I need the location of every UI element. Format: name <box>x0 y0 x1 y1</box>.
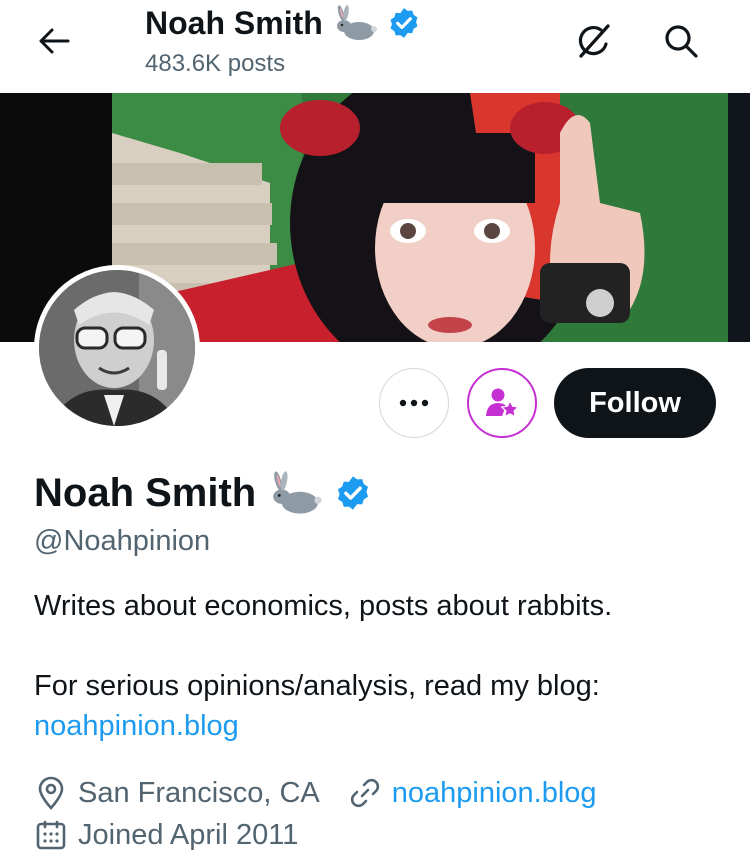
follow-button[interactable]: Follow <box>554 368 716 438</box>
profile-name: Noah Smith <box>34 470 372 516</box>
profile-avatar[interactable] <box>34 265 200 431</box>
location-text: San Francisco, CA <box>78 776 320 809</box>
joined-text: Joined April 2011 <box>78 818 299 851</box>
top-bar: Noah Smith 483.6K posts <box>0 0 750 92</box>
bio-line: Writes about economics, posts about rabb… <box>34 590 613 622</box>
verified-badge-icon[interactable] <box>334 474 372 512</box>
bio-spacer <box>34 626 724 666</box>
avatar-image <box>39 270 195 426</box>
more-button[interactable] <box>379 368 449 438</box>
search-button[interactable] <box>662 22 700 60</box>
bio-link[interactable]: noahpinion.blog <box>34 706 724 746</box>
rabbit-emoji-icon <box>336 5 377 40</box>
profile-handle: @Noahpinion <box>34 525 211 557</box>
profile-meta-joined: Joined April 2011 <box>34 818 298 852</box>
more-icon <box>399 399 429 407</box>
profile-bio: Writes about economics, posts about rabb… <box>34 586 724 746</box>
display-name: Noah Smith <box>34 470 257 515</box>
top-display-name: Noah Smith <box>145 4 323 41</box>
back-arrow-icon <box>39 28 70 54</box>
subscribe-button[interactable] <box>467 368 537 438</box>
location-icon <box>34 776 68 810</box>
link-icon <box>348 776 382 810</box>
calendar-icon <box>34 818 68 852</box>
grok-icon <box>578 24 610 58</box>
verified-badge-icon <box>390 8 418 38</box>
top-title: Noah Smith <box>145 4 421 42</box>
search-icon <box>665 25 698 58</box>
website-link[interactable]: noahpinion.blog <box>392 777 597 810</box>
grok-button[interactable] <box>575 22 613 60</box>
posts-count: 483.6K posts <box>145 50 286 77</box>
subscribe-icon <box>486 388 519 418</box>
bio-line: For serious opinions/analysis, read my b… <box>34 670 600 702</box>
rabbit-emoji-icon <box>273 471 322 514</box>
profile-meta-location: San Francisco, CA noahpinion.blog <box>34 776 597 810</box>
back-button[interactable] <box>34 24 74 58</box>
